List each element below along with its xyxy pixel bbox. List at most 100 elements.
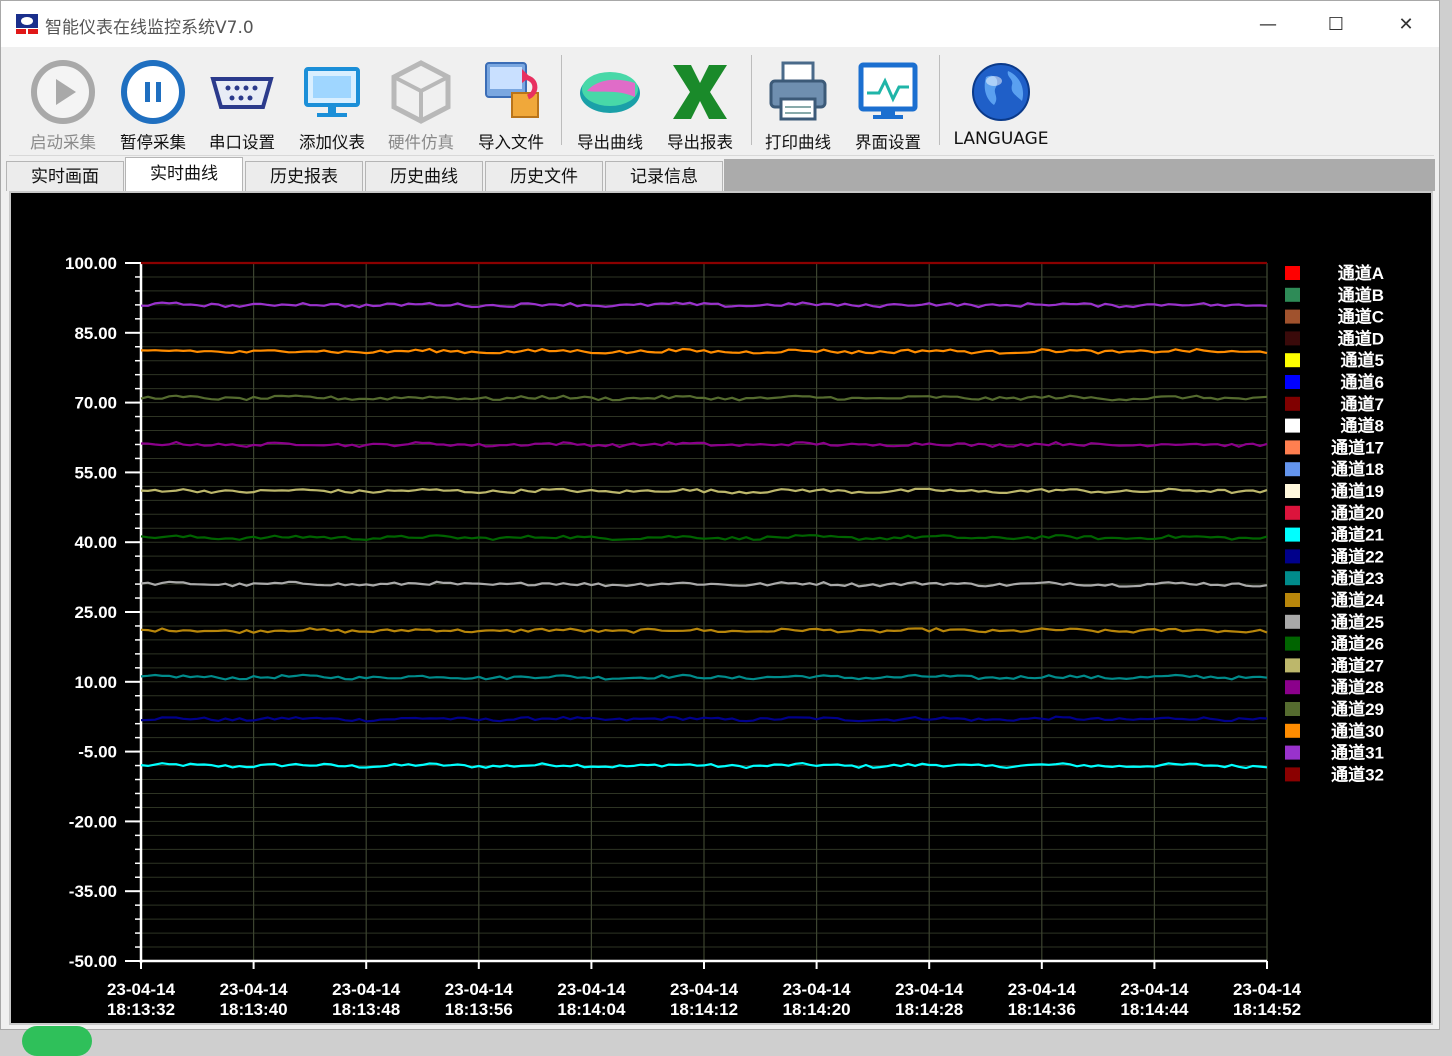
legend-swatch (1285, 680, 1300, 695)
minimize-button[interactable]: — (1233, 1, 1303, 47)
legend-label: 通道23 (1331, 568, 1384, 588)
tab-realtime-curve[interactable]: 实时曲线 (125, 157, 243, 191)
legend-swatch (1285, 505, 1300, 520)
legend-label: 通道31 (1331, 743, 1384, 763)
realtime-curve-chart: 100.00 85.00 70.00 55.00 40.00 25.00 10.00 -5.0… (65, 254, 1385, 1019)
import-file-icon (485, 62, 539, 118)
toolbar: 启动采集 暂停采集 串口设置 添加仪表 硬件仿真 导入文件 导出曲线 导出报表 … (9, 47, 1434, 156)
x-tick-time-label: 18:13:40 (220, 1000, 288, 1019)
minimize-icon: — (1259, 13, 1277, 35)
pause-icon (121, 60, 185, 124)
tab-history-file[interactable]: 历史文件 (485, 161, 603, 191)
legend-swatch (1285, 440, 1300, 455)
legend-label: 通道18 (1331, 459, 1384, 479)
x-tick-time-label: 18:14:28 (895, 1000, 963, 1019)
legend-swatch (1285, 614, 1300, 629)
x-tick-time-label: 18:14:44 (1120, 1000, 1189, 1019)
x-tick-date-label: 23-04-14 (332, 980, 401, 999)
legend-label: 通道27 (1331, 655, 1384, 675)
legend-swatch (1285, 375, 1300, 389)
globe-icon (972, 63, 1030, 121)
hardware-simulation-button[interactable]: 硬件仿真 (377, 53, 465, 153)
y-tick-label: -35.00 (69, 882, 117, 901)
y-tick-label: -5.00 (78, 743, 117, 762)
tab-realtime-view[interactable]: 实时画面 (6, 161, 124, 191)
y-tick-label: 55.00 (74, 463, 117, 482)
legend-label: 通道8 (1341, 416, 1384, 436)
legend-swatch (1285, 745, 1300, 760)
tab-bar: 实时画面 实时曲线 历史报表 历史曲线 历史文件 记录信息 (5, 157, 1435, 191)
export-report-button[interactable]: 导出报表 (656, 53, 744, 153)
ui-settings-button[interactable]: 界面设置 (844, 53, 932, 153)
x-tick-date-label: 23-04-14 (1008, 980, 1077, 999)
serial-settings-label: 串口设置 (209, 133, 275, 152)
legend-label: 通道24 (1331, 590, 1384, 610)
x-tick-date-label: 23-04-14 (783, 980, 852, 999)
legend-label: 通道7 (1341, 394, 1384, 414)
tab-history-curve[interactable]: 历史曲线 (365, 161, 483, 191)
legend-swatch (1285, 767, 1300, 782)
legend-label: 通道17 (1331, 437, 1384, 457)
x-tick-date-label: 23-04-14 (557, 980, 626, 999)
legend-label: 通道5 (1341, 350, 1384, 370)
app-logo-icon (16, 14, 38, 34)
legend: 通道A通道B通道C通道D通道5通道6通道7通道8通道17通道18通道19通道20… (1285, 263, 1385, 784)
legend-label: 通道6 (1341, 372, 1384, 392)
taskbar-chat-icon[interactable] (22, 1026, 92, 1056)
import-file-label: 导入文件 (478, 133, 544, 152)
legend-label: 通道D (1338, 328, 1384, 348)
legend-swatch (1285, 287, 1300, 302)
legend-label: 通道19 (1331, 481, 1384, 501)
export-report-label: 导出报表 (667, 133, 733, 152)
print-curve-button[interactable]: 打印曲线 (754, 53, 842, 153)
add-meter-button[interactable]: 添加仪表 (288, 53, 376, 153)
legend-swatch (1285, 571, 1300, 586)
x-tick-time-label: 18:14:52 (1233, 1000, 1301, 1019)
legend-swatch (1285, 418, 1300, 433)
legend-swatch (1285, 353, 1300, 368)
legend-swatch (1285, 309, 1300, 324)
tab-history-report[interactable]: 历史报表 (245, 161, 363, 191)
tab-record-info[interactable]: 记录信息 (605, 161, 723, 191)
add-meter-label: 添加仪表 (299, 133, 365, 152)
serial-settings-button[interactable]: 串口设置 (198, 53, 286, 153)
x-tick-time-label: 18:13:56 (445, 1000, 513, 1019)
legend-label: 通道C (1338, 307, 1384, 327)
export-curve-button[interactable]: 导出曲线 (566, 53, 654, 153)
cube-icon (391, 60, 451, 124)
screen-settings-icon (858, 62, 918, 119)
legend-label: 通道29 (1331, 699, 1384, 719)
pause-capture-button[interactable]: 暂停采集 (109, 53, 197, 153)
main-window: 智能仪表在线监控系统V7.0 — ☐ ✕ 启动采集 暂停采集 串口设置 添加仪表… (0, 0, 1440, 1030)
legend-label: 通道B (1338, 285, 1384, 305)
language-button[interactable]: LANGUAGE (951, 53, 1051, 153)
start-capture-button[interactable]: 启动采集 (19, 53, 107, 153)
import-file-button[interactable]: 导入文件 (467, 53, 555, 153)
y-tick-label: 100.00 (65, 254, 117, 273)
x-tick-time-label: 18:13:32 (107, 1000, 175, 1019)
toolbar-separator (561, 55, 562, 145)
y-tick-label: 40.00 (74, 533, 117, 552)
legend-label: 通道21 (1331, 525, 1384, 545)
close-button[interactable]: ✕ (1371, 1, 1441, 47)
y-tick-label: 25.00 (74, 603, 117, 622)
maximize-button[interactable]: ☐ (1301, 1, 1371, 47)
y-tick-label: -50.00 (69, 952, 117, 971)
legend-label: 通道32 (1331, 764, 1384, 784)
legend-label: 通道28 (1331, 677, 1384, 697)
maximize-icon: ☐ (1327, 13, 1345, 35)
x-tick-date-label: 23-04-14 (895, 980, 964, 999)
y-tick-label: 10.00 (74, 673, 117, 692)
window-title: 智能仪表在线监控系统V7.0 (45, 18, 254, 38)
x-tick-date-label: 23-04-14 (220, 980, 289, 999)
serial-port-icon (210, 77, 274, 109)
export-curve-label: 导出曲线 (577, 133, 643, 152)
legend-label: 通道22 (1331, 546, 1384, 566)
toolbar-separator (751, 55, 752, 145)
legend-swatch (1285, 549, 1300, 564)
hardware-simulation-label: 硬件仿真 (388, 133, 454, 152)
legend-swatch (1285, 593, 1300, 607)
x-tick-date-label: 23-04-14 (670, 980, 739, 999)
legend-swatch (1285, 331, 1300, 346)
close-icon: ✕ (1398, 13, 1414, 35)
